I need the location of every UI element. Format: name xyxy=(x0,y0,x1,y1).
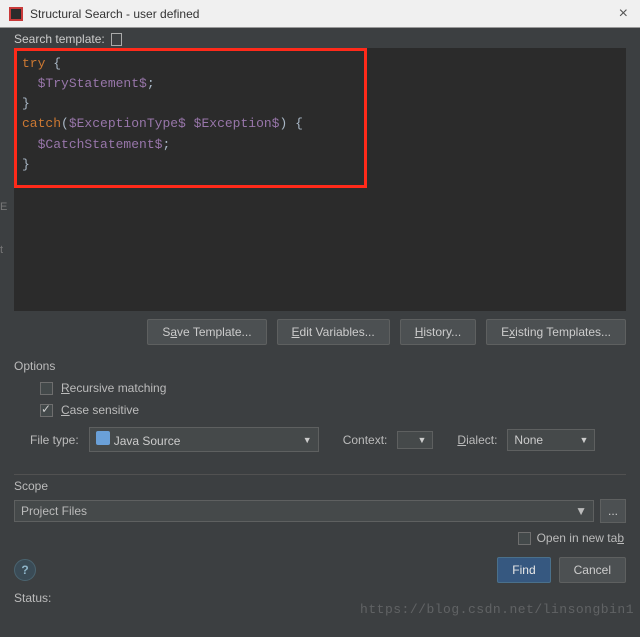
java-file-icon xyxy=(96,431,110,445)
recursive-matching-option[interactable]: Recursive matching xyxy=(0,377,640,399)
chevron-down-icon: ▼ xyxy=(575,504,587,518)
chevron-down-icon: ▼ xyxy=(580,435,589,445)
titlebar: Structural Search - user defined × xyxy=(0,0,640,28)
document-icon xyxy=(111,33,122,46)
cancel-button[interactable]: Cancel xyxy=(559,557,626,583)
context-label: Context: xyxy=(343,433,388,447)
search-template-editor[interactable]: try { $TryStatement$;}catch($ExceptionTy… xyxy=(14,48,626,311)
app-icon xyxy=(8,6,24,22)
dialect-dropdown[interactable]: None ▼ xyxy=(507,429,595,451)
context-dropdown[interactable]: ▼ xyxy=(397,431,433,449)
cropped-edge-text: Et xyxy=(0,200,7,257)
divider xyxy=(14,474,626,475)
scope-browse-button[interactable]: ... xyxy=(600,499,626,523)
scope-dropdown[interactable]: Project Files ▼ xyxy=(14,500,594,522)
watermark-text: https://blog.csdn.net/linsongbin1 xyxy=(360,602,634,617)
open-new-tab-checkbox[interactable] xyxy=(518,532,531,545)
window-title: Structural Search - user defined xyxy=(30,7,615,21)
scope-heading: Scope xyxy=(0,479,640,497)
search-template-label: Search template: xyxy=(14,32,105,46)
case-sensitive-checkbox[interactable] xyxy=(40,404,53,417)
filetype-dropdown[interactable]: Java Source ▼ xyxy=(89,427,319,452)
close-icon[interactable]: × xyxy=(615,5,632,23)
case-sensitive-option[interactable]: Case sensitive xyxy=(0,399,640,421)
chevron-down-icon: ▼ xyxy=(417,435,426,445)
filetype-value: Java Source xyxy=(114,434,181,448)
save-template-button[interactable]: Save Template... xyxy=(147,319,266,345)
options-heading: Options xyxy=(0,355,640,377)
edit-variables-button[interactable]: Edit Variables... xyxy=(277,319,390,345)
filetype-label: File type: xyxy=(30,433,79,447)
recursive-checkbox[interactable] xyxy=(40,382,53,395)
chevron-down-icon: ▼ xyxy=(303,435,312,445)
history-button[interactable]: History... xyxy=(400,319,476,345)
dialect-value: None xyxy=(514,433,543,447)
help-button[interactable]: ? xyxy=(14,559,36,581)
open-in-new-tab-row[interactable]: Open in new tab xyxy=(0,525,640,551)
existing-templates-button[interactable]: Existing Templates... xyxy=(486,319,626,345)
dialog-bottom-row: ? Find Cancel xyxy=(0,551,640,589)
scope-row: Project Files ▼ ... xyxy=(0,497,640,525)
template-buttons-row: Save Template... Edit Variables... Histo… xyxy=(0,311,640,355)
file-context-dialect-row: File type: Java Source ▼ Context: ▼ Dial… xyxy=(0,421,640,458)
scope-value: Project Files xyxy=(21,504,87,518)
search-template-label-row: Search template: xyxy=(0,28,640,48)
find-button[interactable]: Find xyxy=(497,557,550,583)
